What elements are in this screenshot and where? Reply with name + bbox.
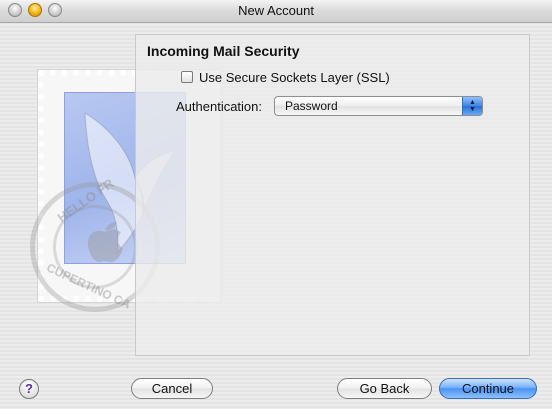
authentication-label: Authentication: — [176, 99, 263, 114]
authentication-popup-value: Password — [285, 99, 338, 113]
cancel-button[interactable]: Cancel — [131, 378, 213, 399]
continue-button[interactable]: Continue — [439, 378, 537, 399]
ssl-option[interactable]: Use Secure Sockets Layer (SSL) — [181, 69, 390, 85]
help-button[interactable]: ? — [19, 379, 39, 399]
authentication-popup[interactable]: Password ▲ ▼ — [274, 96, 483, 116]
new-account-window: New Account HELLO FR CUPERTINO CA Incomi… — [0, 0, 552, 409]
popup-arrows-icon[interactable]: ▲ ▼ — [462, 97, 482, 115]
ssl-checkbox[interactable] — [181, 71, 193, 83]
ssl-checkbox-label[interactable]: Use Secure Sockets Layer (SSL) — [199, 70, 390, 85]
section-title: Incoming Mail Security — [147, 43, 300, 59]
title-bar: New Account — [0, 0, 552, 23]
go-back-button[interactable]: Go Back — [337, 378, 432, 399]
window-title: New Account — [238, 3, 314, 18]
